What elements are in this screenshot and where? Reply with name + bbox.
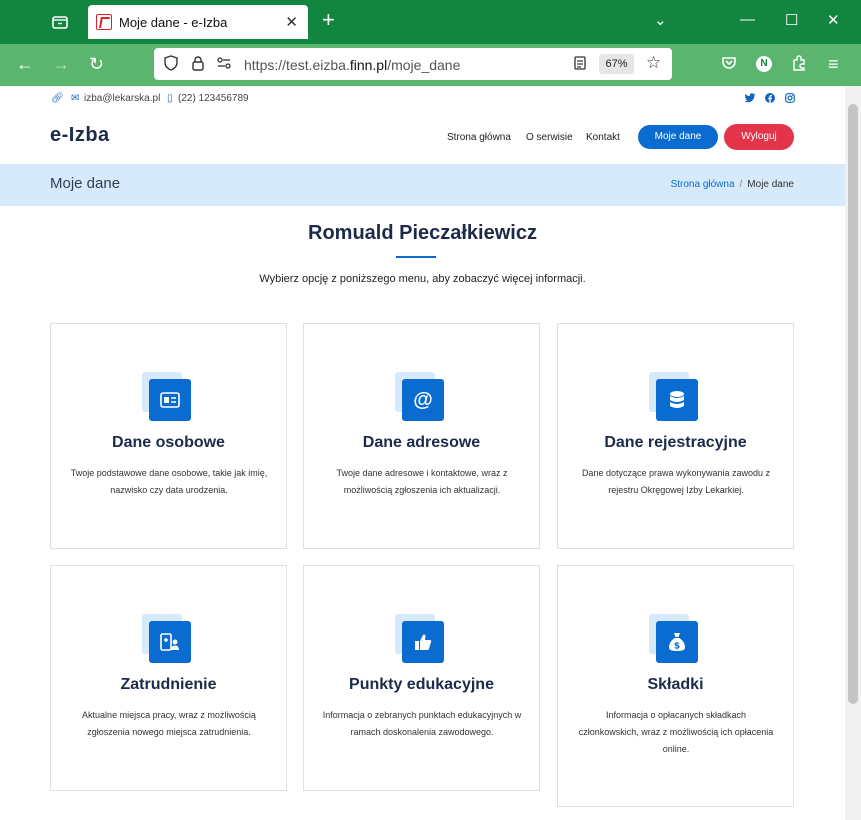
menu-item-about[interactable]: O serwisie [526,132,573,143]
lock-icon[interactable] [191,55,205,74]
contact-topbar: 🔗︎ ✉ izba@lekarska.pl ▯ (22) 123456789 [0,86,845,110]
site-favicon-icon [96,14,112,30]
breadcrumb-home[interactable]: Strona główna [671,179,735,190]
forward-icon[interactable]: → [52,54,70,74]
site-header: e-Izba Strona główna O serwisie Kontakt … [0,110,845,164]
browser-titlebar: Moje dane - e-Izba ✕ + ⌄ — ☐ ✕ [0,0,861,44]
link-icon: 🔗︎ [51,93,64,104]
card-title: Punkty edukacyjne [349,676,494,693]
maximize-icon[interactable]: ☐ [785,11,798,29]
contact-email[interactable]: izba@lekarska.pl [84,93,160,104]
page-scrollbar[interactable] [845,86,861,820]
card-personal-data[interactable]: Dane osobowe Twoje podstawowe dane osobo… [50,323,287,549]
card-fees[interactable]: $ Składki Informacja o opłacanych składk… [557,565,794,807]
svg-text:$: $ [674,642,680,652]
menu-item-contact[interactable]: Kontakt [586,132,620,143]
scrollbar-thumb[interactable] [848,104,858,704]
bookmark-star-icon[interactable]: ☆ [646,53,661,73]
reader-view-icon[interactable] [573,55,587,74]
card-title: Dane adresowe [362,434,481,451]
minimize-icon[interactable]: — [740,11,755,28]
logout-button[interactable]: Wyloguj [724,124,794,150]
tab-title: Moje dane - e-Izba [119,15,228,30]
address-bar[interactable]: https://test.eizba.finn.pl/moje_dane 67%… [154,48,672,80]
tab-overflow-chevron-icon[interactable]: ⌄ [654,11,667,29]
at-sign-icon: @ [395,372,444,421]
intro-text: Wybierz opcję z poniższego menu, aby zob… [259,273,586,285]
thumbs-up-icon [395,614,444,663]
phone-icon: ▯ [167,93,173,104]
card-description: Informacja o zebranych punktach edukacyj… [322,710,522,737]
twitter-icon[interactable] [744,93,756,106]
card-education-points[interactable]: Punkty edukacyjne Informacja o zebranych… [303,565,540,791]
tab-list-icon[interactable] [50,12,70,32]
card-description: Informacja o opłacanych składkach członk… [578,710,774,754]
page-hero: Moje dane Strona główna / Moje dane [0,164,845,206]
card-description: Twoje podstawowe dane osobowe, takie jak… [70,468,268,495]
card-description: Dane dotyczące prawa wykonywania zawodu … [581,468,771,495]
contact-phone[interactable]: (22) 123456789 [178,93,249,104]
extensions-icon[interactable] [790,54,808,76]
heading-underline [396,256,436,258]
card-registration-data[interactable]: Dane rejestracyjne Dane dotyczące prawa … [557,323,794,549]
id-card-icon [142,372,191,421]
site-logo[interactable]: e-Izba [50,124,110,147]
page-title: Moje dane [50,175,121,192]
card-title: Zatrudnienie [120,676,217,693]
page-content: 🔗︎ ✉ izba@lekarska.pl ▯ (22) 123456789 e… [0,86,845,820]
menu-hamburger-icon[interactable]: ≡ [828,54,839,74]
instagram-icon[interactable] [785,93,795,106]
facebook-icon[interactable] [765,93,775,106]
reload-icon[interactable]: ↻ [89,54,104,74]
card-description: Twoje dane adresowe i kontaktowe, wraz z… [336,468,508,495]
profile-avatar-icon[interactable]: N [756,56,772,72]
breadcrumb-separator: / [739,179,743,190]
mail-icon: ✉ [71,93,80,104]
card-description: Aktualne miejsca pracy, wraz z możliwośc… [82,710,256,737]
card-title: Składki [647,676,704,693]
permissions-icon[interactable] [216,55,232,74]
url-text[interactable]: https://test.eizba.finn.pl/moje_dane [244,57,460,73]
tab-close-icon[interactable]: ✕ [285,13,298,31]
database-icon [649,372,698,421]
employee-icon [142,614,191,663]
menu-item-home[interactable]: Strona główna [447,132,511,143]
active-tab[interactable]: Moje dane - e-Izba ✕ [88,5,308,39]
pocket-icon[interactable] [720,54,738,76]
user-name-heading: Romuald Pieczałkiewicz [308,222,537,244]
breadcrumb: Strona główna / Moje dane [671,179,794,190]
my-data-button[interactable]: Moje dane [638,125,718,149]
card-title: Dane osobowe [112,434,225,451]
breadcrumb-current: Moje dane [747,179,794,190]
money-bag-icon: $ [649,614,698,663]
card-title: Dane rejestracyjne [604,434,747,451]
card-address-data[interactable]: @ Dane adresowe Twoje dane adresowe i ko… [303,323,540,549]
card-employment[interactable]: Zatrudnienie Aktualne miejsca pracy, wra… [50,565,287,791]
back-icon[interactable]: ← [16,54,34,74]
new-tab-icon[interactable]: + [322,9,335,31]
close-window-icon[interactable]: ✕ [827,11,840,29]
zoom-level-badge[interactable]: 67% [599,54,634,74]
shield-icon[interactable] [163,55,179,74]
